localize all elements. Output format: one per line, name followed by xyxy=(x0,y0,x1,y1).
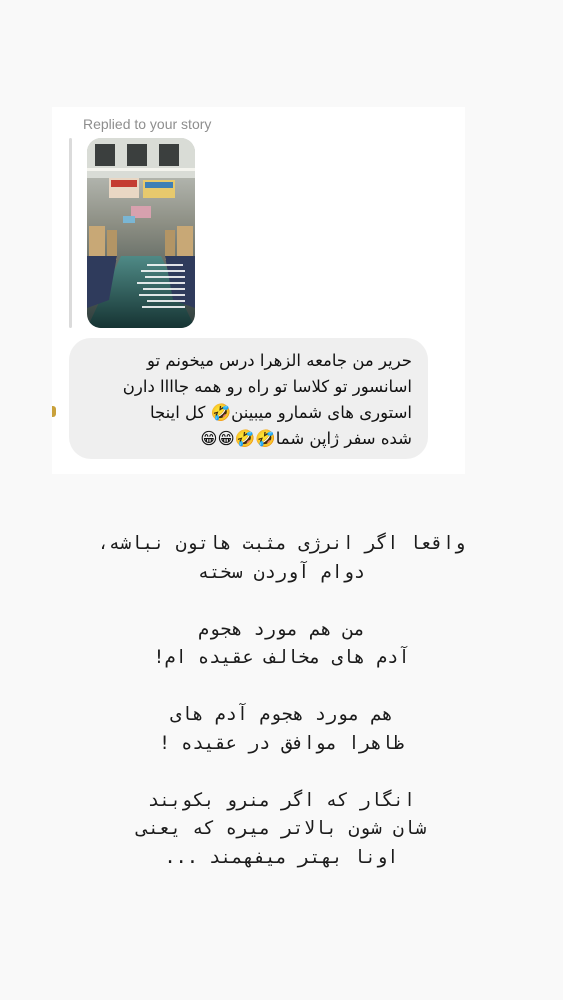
caption-line: اونا بهتر میفهمند ... xyxy=(164,846,399,868)
caption-line: هم مورد هجوم آدم های xyxy=(170,704,393,725)
story-caption: واقعا اگر انرژی مثبت هاتون نباشه، دوام آ… xyxy=(0,530,563,872)
caption-line: دوام آوردن سخته xyxy=(197,561,366,583)
message-line: استوری های شمارو میبینن🤣 کل اینجا xyxy=(149,403,412,422)
reaction-emoji-edge xyxy=(52,406,56,417)
caption-line: شان شون بالاتر میره که یعنی xyxy=(136,818,427,839)
caption-line: من هم مورد هجوم xyxy=(197,618,366,640)
caption-line xyxy=(0,758,563,787)
caption-line: آدم های مخالف عقیده ام! xyxy=(153,647,410,668)
message-line: شده سفر ژاپن شما🤣🤣😁😁 xyxy=(200,429,412,448)
replied-to-story-label: Replied to your story xyxy=(83,116,212,132)
caption-line: ظاهرا موافق در عقیده ! xyxy=(158,732,405,754)
caption-line: انگار که اگر منرو بکوبند xyxy=(147,789,416,811)
reply-message-bubble[interactable]: حریر من جامعه الزهرا درس میخونم تو اسانس… xyxy=(69,338,428,459)
reply-message-text: حریر من جامعه الزهرا درس میخونم تو اسانس… xyxy=(78,348,412,452)
dm-reply-card: Replied to your story حریر من جامعه الزه… xyxy=(52,107,465,474)
message-line: اسانسور تو کلاسا تو راه رو همه جاااا دار… xyxy=(122,377,412,396)
story-thumbnail[interactable] xyxy=(87,138,195,328)
caption-line xyxy=(0,587,563,616)
caption-line xyxy=(0,673,563,702)
reply-quote-line xyxy=(69,138,72,328)
message-line: حریر من جامعه الزهرا درس میخونم تو xyxy=(147,351,412,370)
caption-line: واقعا اگر انرژی مثبت هاتون نباشه، xyxy=(97,533,466,554)
